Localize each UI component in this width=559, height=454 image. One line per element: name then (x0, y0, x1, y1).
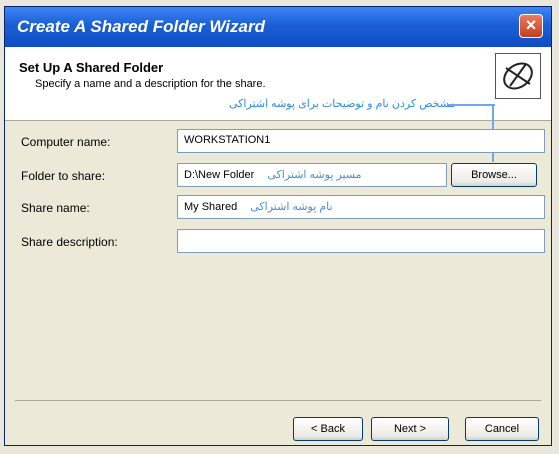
computer-name-label: Computer name: (21, 135, 111, 149)
shared-folder-icon (495, 53, 541, 99)
computer-name-field: WORKSTATION1 (177, 129, 545, 153)
header-annotation: مشخص کردن نام و توضیحات برای پوشه اشتراک… (229, 98, 456, 110)
footer-divider (15, 400, 541, 401)
folder-to-share-input[interactable]: D:\New Folder مسیر پوشه اشتراکی (177, 163, 447, 187)
folder-to-share-label: Folder to share: (21, 169, 106, 183)
back-button[interactable]: < Back (293, 417, 363, 441)
wizard-window: Create A Shared Folder Wizard × Set Up A… (4, 6, 552, 446)
folder-path-value: D:\New Folder (184, 169, 255, 181)
wizard-header: Set Up A Shared Folder Specify a name an… (5, 47, 551, 121)
form-area: Computer name: WORKSTATION1 Folder to sh… (5, 121, 551, 391)
close-button[interactable]: × (519, 14, 543, 38)
share-name-value: My Shared (184, 201, 238, 213)
share-name-annotation: نام پوشه اشتراکی (250, 201, 333, 213)
share-description-label: Share description: (21, 235, 118, 249)
header-title: Set Up A Shared Folder (19, 60, 164, 75)
share-name-input[interactable]: My Shared نام پوشه اشتراکی (177, 195, 545, 219)
annotation-line (447, 104, 495, 106)
computer-name-value: WORKSTATION1 (184, 134, 271, 146)
close-icon: × (525, 15, 537, 35)
cancel-button[interactable]: Cancel (465, 417, 539, 441)
header-subtitle: Specify a name and a description for the… (35, 78, 266, 90)
folder-path-annotation: مسیر پوشه اشتراکی (267, 169, 362, 181)
browse-button[interactable]: Browse... (451, 163, 537, 187)
next-button[interactable]: Next > (371, 417, 449, 441)
window-title: Create A Shared Folder Wizard (17, 17, 265, 36)
share-description-input[interactable] (177, 229, 545, 253)
title-bar[interactable]: Create A Shared Folder Wizard × (5, 7, 551, 47)
share-name-label: Share name: (21, 201, 90, 215)
